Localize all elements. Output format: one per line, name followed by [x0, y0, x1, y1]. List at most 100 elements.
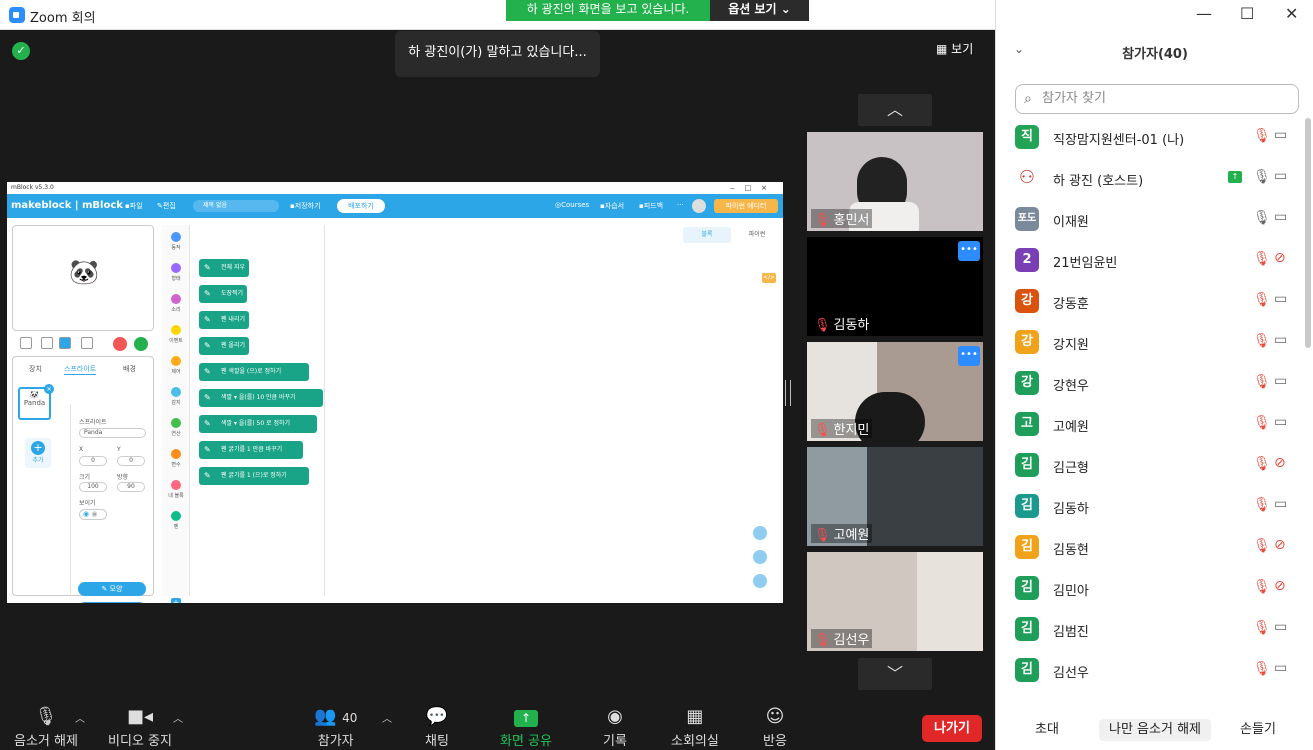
thumbnails-down-button[interactable]: ﹀	[858, 658, 932, 690]
sound-button[interactable]: ◀ 소리	[78, 602, 146, 603]
stop-video-button[interactable]: ■◂ 비디오 중지	[108, 706, 172, 749]
block-category[interactable]: 변수	[162, 449, 190, 468]
extension-button[interactable]: +확장	[162, 598, 190, 603]
participant-row[interactable]: 포도 이재원 🎙 ▭	[996, 199, 1306, 240]
participant-row[interactable]: 김 김선우 🎙 ▭	[996, 650, 1306, 691]
participant-row[interactable]: 김 김범진 🎙 ▭	[996, 609, 1306, 650]
pen-block[interactable]: 전체 지우기	[199, 259, 249, 289]
zoom-out-icon[interactable]	[753, 550, 767, 564]
sprite-name-field[interactable]: Panda	[79, 428, 146, 438]
video-thumbnail[interactable]: 🎙 홍민서	[807, 132, 983, 231]
video-thumbnail[interactable]: 🎙 김선우	[807, 552, 983, 651]
block-category[interactable]: 소리	[162, 294, 190, 313]
block-category[interactable]: 펜	[162, 511, 190, 530]
stop-icon[interactable]	[113, 337, 127, 351]
breakout-rooms-button[interactable]: ▦ 소회의실	[671, 706, 719, 749]
minimize-icon[interactable]: —	[1196, 4, 1212, 23]
panda-sprite-icon[interactable]: 🐼	[69, 258, 99, 286]
project-name-input[interactable]: 제목 없음	[193, 200, 279, 212]
pen-block[interactable]: 도장찍기	[199, 285, 247, 303]
pen-block[interactable]: 펜 색깔을 (으)로 정하기	[199, 363, 309, 381]
pen-block[interactable]: 색깔 ▾ 을(를) 10 만큼 바꾸기	[199, 389, 323, 407]
code-area[interactable]	[324, 225, 779, 596]
tab-device[interactable]: 장치	[29, 364, 42, 374]
courses-link[interactable]: ◎Courses	[555, 201, 589, 209]
user-avatar[interactable]	[692, 199, 706, 213]
block-category[interactable]: 연산	[162, 418, 190, 437]
tab-python[interactable]: 파이썬	[733, 227, 781, 243]
block-category[interactable]: 형태	[162, 263, 190, 282]
security-shield-icon[interactable]: ✓	[12, 42, 30, 60]
menu-file[interactable]: ▪파일	[125, 201, 143, 211]
sprite-card[interactable]: 🐼 Panda ×	[18, 384, 54, 420]
green-flag-icon[interactable]	[134, 337, 148, 351]
save-button[interactable]: ▪저장하기	[290, 201, 321, 211]
more-options-button[interactable]: •••	[958, 346, 980, 366]
more-options-button[interactable]: •••	[958, 241, 980, 261]
zoom-reset-icon[interactable]	[753, 574, 767, 588]
python-editor-button[interactable]: 파이썬 에디터	[714, 199, 778, 213]
menu-edit[interactable]: ✎편집	[157, 201, 176, 211]
pen-block[interactable]: 펜 굵기를 1 (으)로 정하기	[199, 467, 309, 485]
participants-scrollbar[interactable]	[1305, 118, 1311, 348]
leave-button[interactable]: 나가기	[922, 715, 982, 742]
tab-sprite[interactable]: 스프라이트	[64, 364, 97, 375]
block-category[interactable]: 내 블록	[162, 480, 190, 499]
show-toggle[interactable]: ◉ ◉	[79, 509, 107, 520]
pen-block[interactable]: 펜 굵기를 1 만큼 바꾸기	[199, 441, 303, 459]
pen-block[interactable]: 색깔 ▾ 을(를) 50 로 정하기	[199, 415, 317, 433]
record-button[interactable]: ◉ 기록	[603, 706, 627, 749]
video-thumbnail[interactable]: ••• 🎙 한지민	[807, 342, 983, 441]
add-sprite-button[interactable]: + 추가	[25, 438, 51, 468]
block-category[interactable]: 제어	[162, 356, 190, 375]
unmute-me-button[interactable]: 나만 음소거 해제	[1099, 719, 1211, 741]
participants-options-caret[interactable]: ︿	[382, 710, 392, 725]
split-handle[interactable]	[785, 380, 791, 406]
video-thumbnail[interactable]: 🎙 고예원	[807, 447, 983, 546]
participant-row[interactable]: 강 강지원 🎙 ▭	[996, 322, 1306, 363]
thumbnails-up-button[interactable]: ︿	[858, 94, 932, 126]
close-icon[interactable]: ✕	[1285, 4, 1298, 23]
chat-button[interactable]: 💬 채팅	[425, 706, 449, 749]
participant-row[interactable]: ⚇ 하 광진 (호스트) ↑ 🎙 ▭	[996, 158, 1306, 199]
feedback-link[interactable]: ▪피드백	[639, 201, 663, 211]
view-button[interactable]: ▦ 보기	[936, 40, 973, 57]
block-category[interactable]: 감지	[162, 387, 190, 406]
audio-options-caret[interactable]: ︿	[75, 710, 85, 725]
grid-stage-icon[interactable]	[81, 337, 93, 349]
raise-hand-button[interactable]: 손들기	[1235, 719, 1281, 741]
participant-row[interactable]: 강 강현우 🎙 ▭	[996, 363, 1306, 404]
size-field[interactable]: 100	[79, 482, 107, 492]
participant-row[interactable]: 김 김민아 🎙 ⊘	[996, 568, 1306, 609]
y-field[interactable]: 0	[117, 456, 145, 466]
pen-block[interactable]: 펜 내리기	[199, 311, 249, 329]
participant-search-input[interactable]: ⌕ 참가자 찾기	[1015, 84, 1299, 114]
pen-block[interactable]: 펜 올리기	[199, 337, 249, 355]
tab-blocks[interactable]: 블록	[683, 227, 731, 243]
maximize-icon[interactable]: ☐	[1240, 4, 1254, 23]
participant-row[interactable]: 강 강동훈 🎙 ▭	[996, 281, 1306, 322]
participant-row[interactable]: 김 김근형 🎙 ⊘	[996, 445, 1306, 486]
tab-background[interactable]: 배경	[123, 364, 136, 374]
more-icon[interactable]: ···	[677, 201, 684, 209]
participant-row[interactable]: 고 고예원 🎙 ▭	[996, 404, 1306, 445]
tutorials-link[interactable]: ▪자습서	[600, 201, 624, 211]
small-stage-icon[interactable]	[41, 337, 53, 349]
view-options-button[interactable]: 옵션 보기 ⌄	[710, 0, 809, 21]
code-toggle-icon[interactable]: </>	[762, 273, 776, 283]
reactions-button[interactable]: ☺ 반응	[763, 706, 787, 749]
video-thumbnail[interactable]: ••• 🎙 김동하	[807, 237, 983, 336]
participants-button[interactable]: 👥 40 참가자	[314, 706, 357, 749]
close-icon[interactable]: ×	[44, 384, 54, 394]
block-category[interactable]: 이벤트	[162, 325, 190, 344]
participant-row[interactable]: 김 김동하 🎙 ▭	[996, 486, 1306, 527]
costume-button[interactable]: ✎ 모양	[78, 582, 146, 596]
participant-row[interactable]: 직 직장맘지원센터-01 (나) 🎙 ▭	[996, 117, 1306, 158]
fullscreen-icon[interactable]	[20, 337, 32, 349]
participant-row[interactable]: 김 김동현 🎙 ⊘	[996, 527, 1306, 568]
invite-button[interactable]: 초대	[1026, 719, 1068, 741]
x-field[interactable]: 0	[79, 456, 107, 466]
zoom-in-icon[interactable]	[753, 526, 767, 540]
direction-field[interactable]: 90	[117, 482, 145, 492]
block-category[interactable]: 동작	[162, 232, 190, 251]
